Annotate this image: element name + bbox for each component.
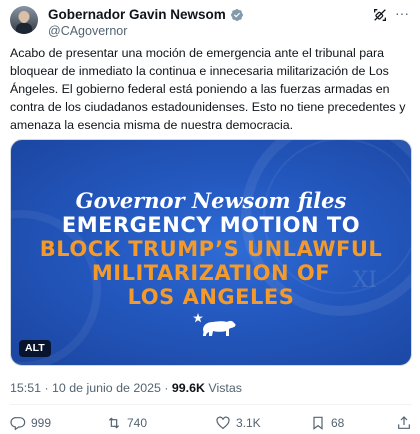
bookmark-count: 68 xyxy=(331,416,345,430)
views-label: Vistas xyxy=(204,381,242,395)
author-name-row: Gobernador Gavin Newsom xyxy=(48,7,244,22)
media-headline-line2: EMERGENCY MOTION TO xyxy=(61,213,361,237)
media-headline-line5: LOS ANGELES xyxy=(127,285,295,309)
reply-button[interactable]: 999 xyxy=(10,415,51,431)
repost-button[interactable]: 740 xyxy=(106,415,147,431)
views-count: 99.6K xyxy=(171,381,205,395)
avatar-suit xyxy=(16,23,32,34)
avatar[interactable] xyxy=(10,6,38,34)
reply-icon xyxy=(10,417,26,431)
avatar-face xyxy=(19,11,29,23)
more-icon[interactable]: ··· xyxy=(394,6,410,22)
heart-icon xyxy=(216,416,230,430)
tweet-text: Acabo de presentar una moción de emergen… xyxy=(10,46,406,132)
alt-text-badge[interactable]: ALT xyxy=(19,340,51,357)
tweet-media-image[interactable]: XI Governor Newsom files EMERGENCY MOTIO… xyxy=(10,139,412,366)
tweet-timestamp[interactable]: 15:51 · 10 de junio de 2025 · xyxy=(10,381,172,395)
author-handle[interactable]: @CAgovernor xyxy=(48,24,127,38)
reply-count: 999 xyxy=(31,416,52,430)
tweet-meta: 15:51 · 10 de junio de 2025 · 99.6K Vist… xyxy=(10,381,242,395)
repost-count: 740 xyxy=(127,416,148,430)
repost-icon xyxy=(108,417,120,429)
verified-badge-icon xyxy=(230,8,243,21)
share-button[interactable] xyxy=(396,415,412,431)
grok-icon[interactable] xyxy=(372,7,388,23)
action-bar: 999 740 3.1K 68 xyxy=(10,415,412,433)
like-button[interactable]: 3.1K xyxy=(215,415,261,431)
bookmark-button[interactable]: 68 xyxy=(310,415,344,431)
media-headline-line1: Governor Newsom files xyxy=(75,188,347,213)
author-name[interactable]: Gobernador Gavin Newsom xyxy=(48,7,226,22)
like-count: 3.1K xyxy=(236,416,261,430)
tweet-header: Gobernador Gavin Newsom @CAgovernor ··· xyxy=(10,6,410,38)
california-bear-star-icon xyxy=(193,313,236,336)
bookmark-icon xyxy=(313,416,323,430)
media-headline-line4: MILITARIZATION OF xyxy=(91,261,331,285)
media-headline-line3: BLOCK TRUMP’S UNLAWFUL xyxy=(39,237,383,261)
divider xyxy=(10,404,412,405)
share-icon xyxy=(398,416,410,429)
